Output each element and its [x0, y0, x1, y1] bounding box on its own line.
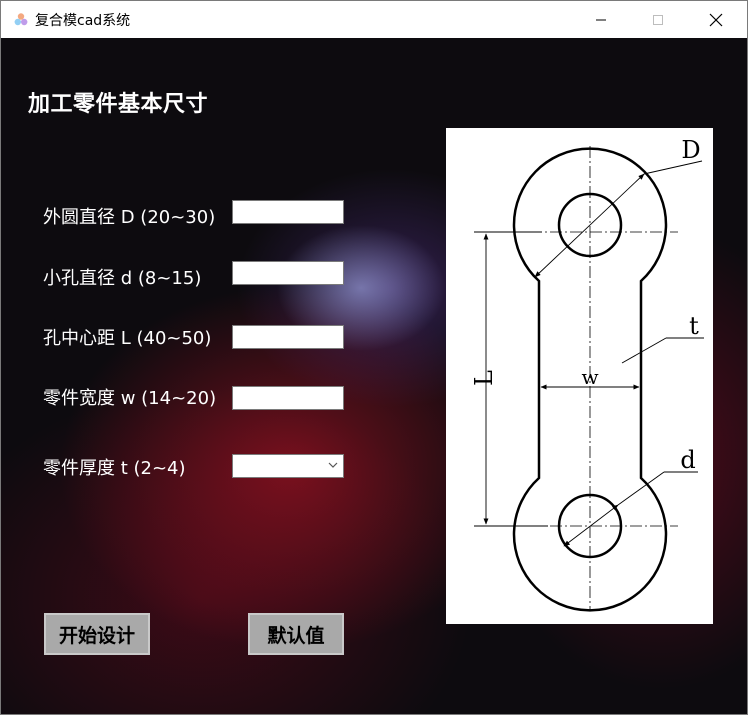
window-title: 复合模cad系统 — [35, 13, 131, 29]
part-thickness-label: 零件厚度 t (2~4) — [43, 458, 186, 479]
dim-t-label: t — [689, 312, 699, 340]
app-logo-icon — [14, 13, 28, 26]
title-bar: 复合模cad系统 — [1, 1, 747, 38]
part-width-label: 零件宽度 w (14~20) — [43, 388, 217, 409]
close-button[interactable] — [693, 1, 739, 38]
part-width-input[interactable] — [232, 386, 344, 410]
outer-diameter-input[interactable] — [232, 200, 344, 224]
dim-D-label: D — [681, 136, 700, 164]
default-values-button[interactable]: 默认值 — [248, 613, 344, 655]
maximize-button[interactable] — [635, 1, 681, 38]
maximize-icon — [653, 14, 663, 25]
minimize-button[interactable] — [578, 1, 624, 38]
part-diagram: L D w t d — [446, 128, 713, 624]
hole-diameter-input[interactable] — [232, 261, 344, 285]
dim-d-label: d — [680, 446, 695, 474]
page-title: 加工零件基本尺寸 — [28, 92, 209, 117]
content-area: 加工零件基本尺寸 外圆直径 D (20~30) 小孔直径 d (8~15) 孔中… — [1, 38, 747, 714]
hole-distance-label: 孔中心距 L (40~50) — [43, 328, 212, 349]
start-design-button[interactable]: 开始设计 — [44, 613, 150, 655]
close-icon — [709, 13, 723, 26]
hole-diameter-label: 小孔直径 d (8~15) — [43, 268, 202, 289]
part-thickness-select[interactable] — [232, 454, 344, 478]
minimize-icon — [596, 19, 606, 20]
chevron-down-icon — [328, 462, 338, 468]
dim-w-label: w — [581, 365, 598, 389]
hole-distance-input[interactable] — [232, 325, 344, 349]
app-window: 复合模cad系统 加工零件基本尺寸 外圆直径 D (20~30) 小孔直径 d … — [0, 0, 748, 715]
outer-diameter-label: 外圆直径 D (20~30) — [43, 207, 216, 228]
dim-L-label: L — [470, 370, 498, 386]
